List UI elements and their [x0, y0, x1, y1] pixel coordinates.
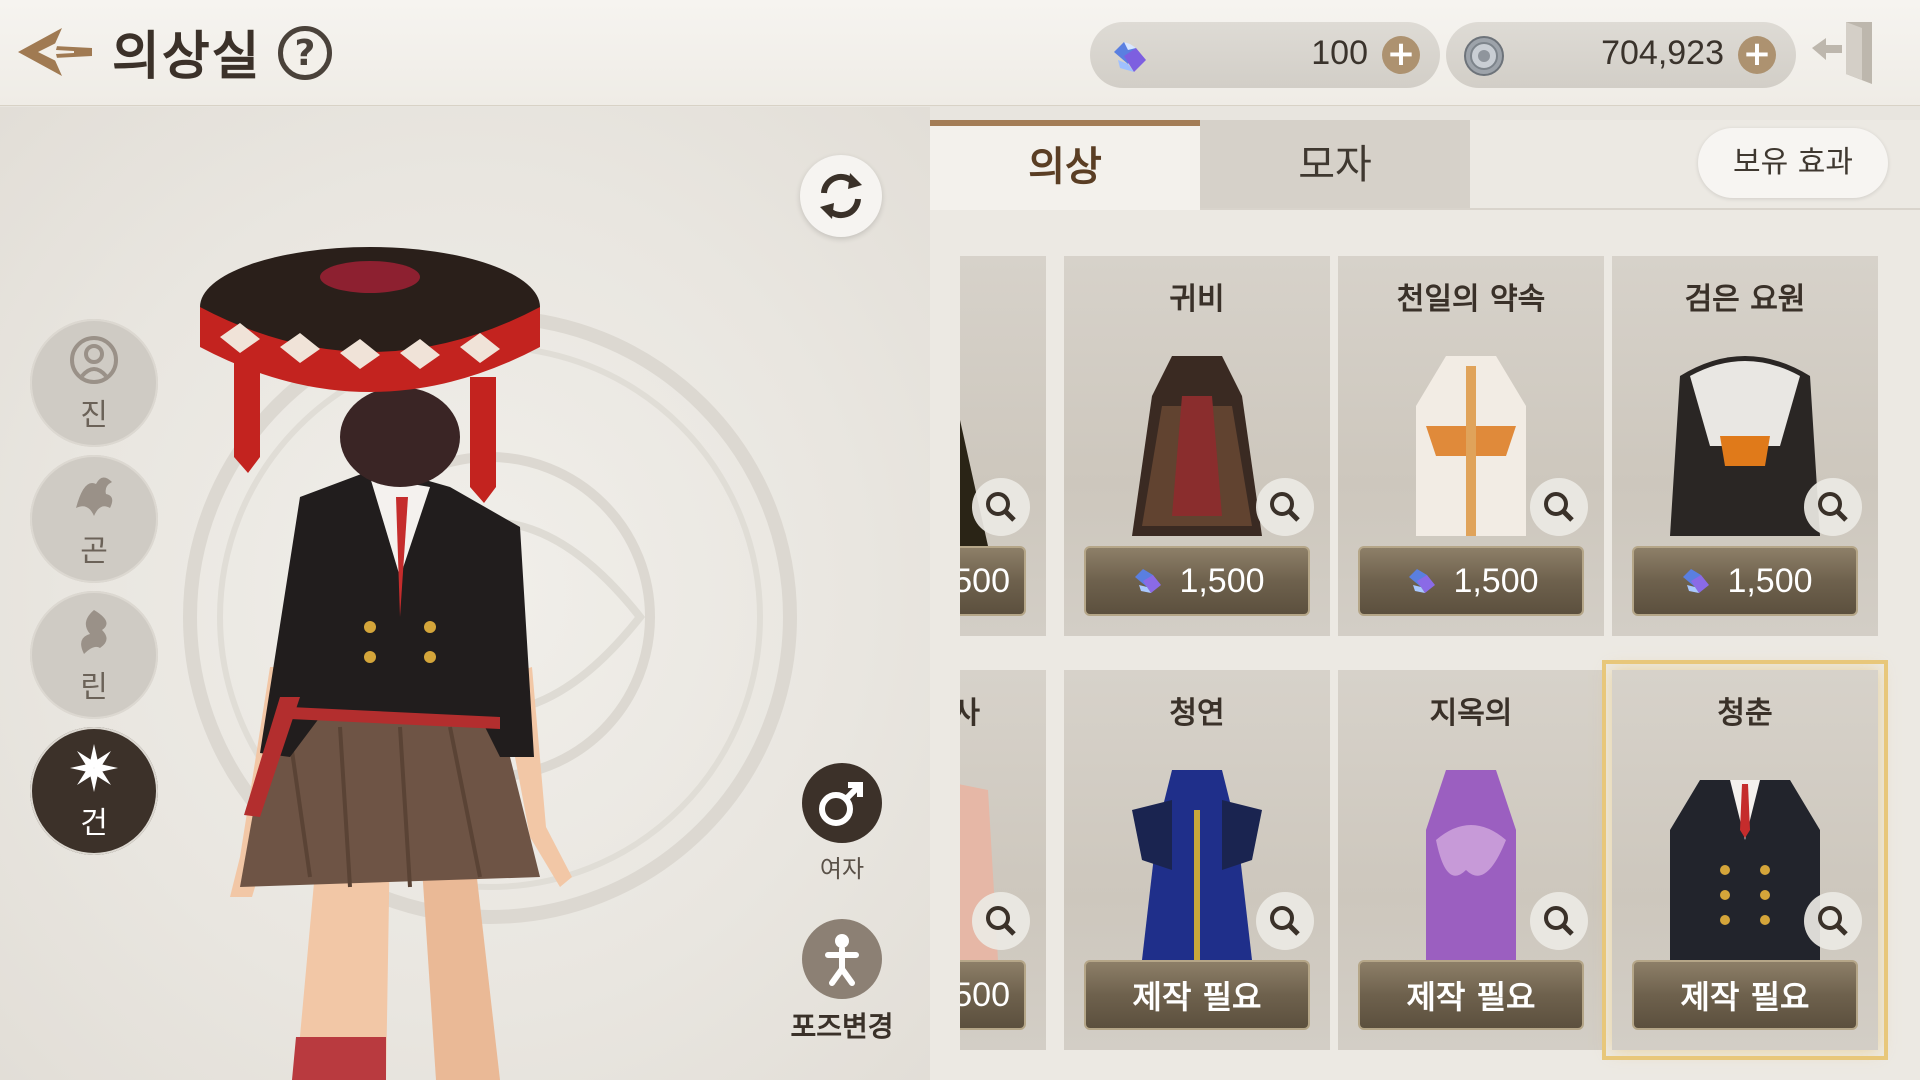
magnifier-icon — [1818, 906, 1848, 936]
class-label: 곤 — [80, 534, 108, 569]
gender-icon — [819, 782, 863, 826]
silver-amount: 704,923 — [1601, 34, 1724, 72]
costume-card[interactable]: 천일의 약속 1,500 — [1338, 256, 1604, 636]
costume-name: 귀비 — [1169, 282, 1225, 317]
gender-label: 여자 — [819, 855, 865, 883]
costume-name: 의 — [960, 274, 1046, 318]
rotate-view-button[interactable] — [800, 155, 882, 237]
magnifier-icon — [1818, 492, 1848, 522]
purchase-button[interactable]: 1,500 — [1632, 546, 1858, 616]
costume-card[interactable]: 청연 제작 필요 — [1064, 670, 1330, 1050]
costume-card[interactable]: 지옥의 제작 필요 — [1338, 670, 1604, 1050]
silver-currency: 704,923 + — [1446, 22, 1796, 88]
costume-name: 지옥의 — [1429, 696, 1513, 731]
zoom-button[interactable] — [1530, 478, 1588, 536]
character-preview-area: 진 곤 린 건 여자 포즈변경 — [0, 107, 930, 1080]
diamond-icon — [1106, 34, 1150, 78]
craft-required-button[interactable]: 제작 필요 — [1358, 960, 1584, 1030]
costume-name: 청춘 — [1717, 696, 1773, 731]
purchase-button[interactable]: ,500 — [960, 960, 1026, 1030]
zoom-button[interactable] — [1256, 892, 1314, 950]
price-value: ,500 — [960, 975, 1010, 1014]
rin-class-icon — [81, 610, 107, 654]
craft-label: 제작 필요 — [1680, 978, 1810, 1016]
class-label: 린 — [80, 670, 108, 705]
purchase-button[interactable]: 1,500 — [1358, 546, 1584, 616]
refresh-icon — [820, 173, 862, 219]
page-title: 의상실 — [112, 27, 262, 87]
gun-class-icon — [70, 744, 118, 792]
zoom-button[interactable] — [972, 892, 1030, 950]
costume-card[interactable]: 대사 ,500 — [960, 670, 1046, 1050]
magnifier-icon — [1544, 492, 1574, 522]
class-label: 진 — [80, 398, 108, 433]
diamond-icon — [1409, 569, 1436, 593]
tab-costume[interactable]: 의상 — [930, 120, 1200, 210]
top-bar: 의상실 ? 100 + 704,923 + — [0, 0, 1920, 106]
class-button-jin[interactable]: 진 — [30, 319, 158, 447]
class-label: 건 — [80, 806, 108, 841]
costume-card[interactable]: 의 ,500 — [960, 256, 1046, 636]
wardrobe-panel: 의상 모자 보유 효과 의 ,500 귀비 — [930, 120, 1920, 1080]
owned-effect-button[interactable]: 보유 효과 — [1698, 128, 1888, 198]
zoom-button[interactable] — [972, 478, 1030, 536]
magnifier-icon — [1544, 906, 1574, 936]
price-value: 1,500 — [1179, 561, 1265, 600]
diamond-icon — [1135, 569, 1162, 593]
craft-label: 제작 필요 — [1406, 978, 1536, 1016]
exit-icon[interactable] — [1806, 18, 1878, 88]
help-button[interactable]: ? — [278, 26, 332, 80]
tab-hat[interactable]: 모자 — [1200, 120, 1470, 210]
zoom-button[interactable] — [1804, 892, 1862, 950]
costume-card-selected[interactable]: 청춘 제작 필요 — [1602, 660, 1888, 1060]
jin-class-icon — [70, 336, 118, 384]
costume-name: 대사 — [960, 696, 980, 731]
change-pose-button[interactable] — [802, 919, 882, 999]
magnifier-icon — [1270, 492, 1300, 522]
diamond-currency: 100 + — [1090, 22, 1440, 88]
price-value: 1,500 — [1453, 561, 1539, 600]
costume-card[interactable]: 귀비 1,500 — [1064, 256, 1330, 636]
craft-label: 제작 필요 — [1132, 978, 1262, 1016]
class-button-gon[interactable]: 곤 — [30, 455, 158, 583]
class-button-rin[interactable]: 린 — [30, 591, 158, 719]
pose-figure-icon — [825, 934, 859, 986]
costume-name: 청연 — [1169, 696, 1225, 731]
craft-required-button[interactable]: 제작 필요 — [1632, 960, 1858, 1030]
diamond-amount: 100 — [1311, 34, 1368, 72]
costume-card[interactable]: 검은 요원 1,500 — [1612, 256, 1878, 636]
price-value: 1,500 — [1727, 561, 1813, 600]
pose-label: 포즈변경 — [790, 1010, 894, 1043]
costume-name: 검은 요원 — [1684, 282, 1806, 317]
gender-toggle-button[interactable] — [802, 763, 882, 843]
character-model[interactable] — [200, 197, 680, 1080]
purchase-button[interactable]: 1,500 — [1084, 546, 1310, 616]
price-value: ,500 — [960, 561, 1010, 600]
magnifier-icon — [986, 906, 1016, 936]
zoom-button[interactable] — [1530, 892, 1588, 950]
magnifier-icon — [1270, 906, 1300, 936]
costume-name: 천일의 약속 — [1396, 282, 1546, 317]
add-silver-button[interactable]: + — [1738, 36, 1776, 74]
costume-grid: 의 ,500 귀비 1,500 — [960, 256, 1920, 1080]
class-button-gun[interactable]: 건 — [30, 727, 158, 855]
magnifier-icon — [986, 492, 1016, 522]
silver-coin-icon — [1462, 34, 1506, 78]
zoom-button[interactable] — [1256, 478, 1314, 536]
back-arrow-icon[interactable] — [14, 20, 96, 84]
gon-class-icon — [76, 477, 113, 516]
zoom-button[interactable] — [1804, 478, 1862, 536]
diamond-icon — [1683, 569, 1710, 593]
craft-required-button[interactable]: 제작 필요 — [1084, 960, 1310, 1030]
purchase-button[interactable]: ,500 — [960, 546, 1026, 616]
add-diamond-button[interactable]: + — [1382, 36, 1420, 74]
tab-divider — [1200, 208, 1920, 210]
